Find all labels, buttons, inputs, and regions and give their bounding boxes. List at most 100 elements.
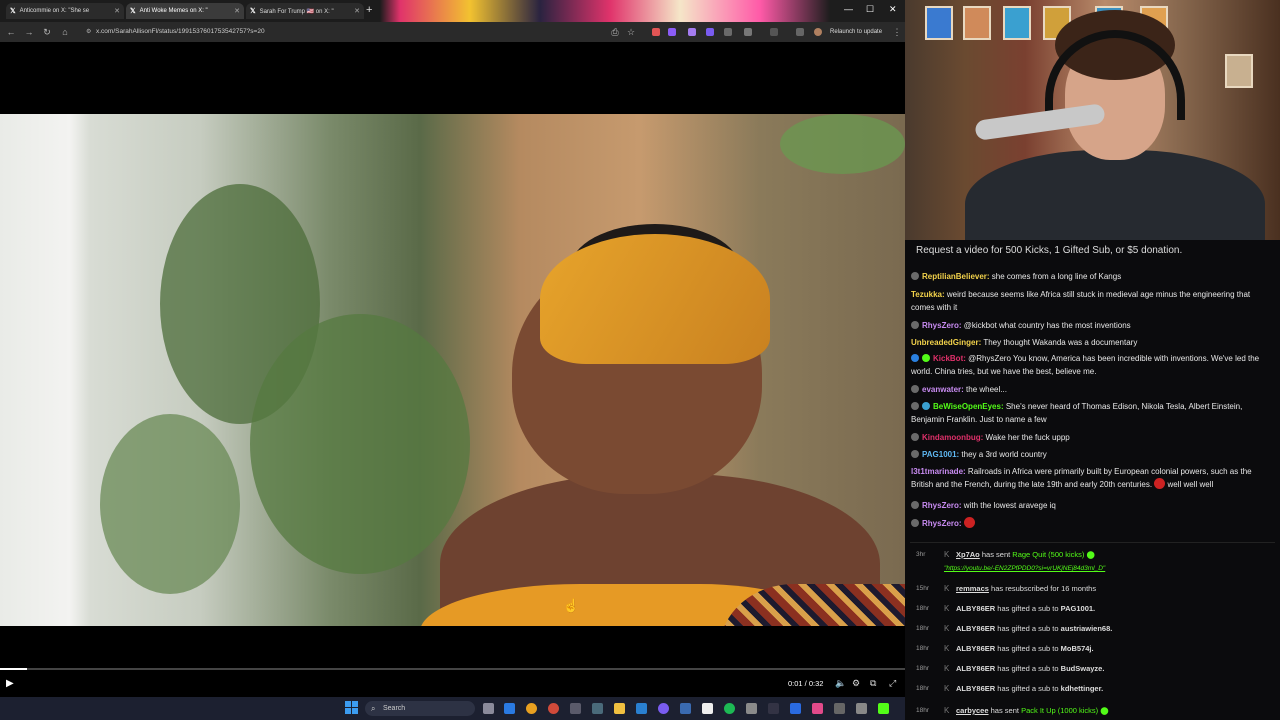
chrome-icon[interactable] xyxy=(526,703,537,714)
extension-icon[interactable] xyxy=(706,28,714,36)
menu-icon[interactable]: ⋮ xyxy=(888,27,906,38)
event-target[interactable]: MoB574j. xyxy=(1061,644,1094,653)
settings-gear-icon[interactable]: ⚙ xyxy=(852,678,860,689)
tab-anticommie[interactable]: 𝕏 Anticommie on X: "She se ✕ xyxy=(6,3,124,19)
wall-poster xyxy=(1225,54,1253,88)
event-user[interactable]: ALBY86ER xyxy=(956,644,995,653)
task-view-icon[interactable] xyxy=(483,703,494,714)
taskbar-search[interactable]: ⌕ Search xyxy=(365,701,475,716)
kick-icon[interactable] xyxy=(878,703,889,714)
minimize-icon[interactable]: — xyxy=(844,4,853,14)
spotify-icon[interactable] xyxy=(724,703,735,714)
event-user[interactable]: carbycee xyxy=(956,706,989,715)
chat-banner: Request a video for 500 Kicks, 1 Gifted … xyxy=(916,245,1183,256)
event-target[interactable]: kdhettinger. xyxy=(1061,684,1104,693)
event-user[interactable]: ALBY86ER xyxy=(956,684,995,693)
app-icon[interactable] xyxy=(680,703,691,714)
chat-message: evanwater: the wheel... xyxy=(911,383,1275,396)
app-icon[interactable] xyxy=(856,703,867,714)
event-user[interactable]: ALBY86ER xyxy=(956,624,995,633)
event-link[interactable]: "https://youtu.be/-EN2ZPfPDD0?si=vrUKjNE… xyxy=(944,565,1105,572)
file-explorer-icon[interactable] xyxy=(614,703,625,714)
home-icon[interactable]: ⌂ xyxy=(56,27,74,37)
event-user[interactable]: remmacs xyxy=(956,584,989,593)
chat-text: they a 3rd world country xyxy=(959,450,1047,459)
app-icon[interactable] xyxy=(702,703,713,714)
chat-username[interactable]: RhysZero: xyxy=(922,519,962,528)
event-item: 18hr K ALBY86ER has gifted a sub to MoB5… xyxy=(910,640,1275,658)
video-controls: ▶ 0:01 / 0:32 🔈 ⚙ ⧉ ⤢ xyxy=(0,676,905,694)
chrome-alt-icon[interactable] xyxy=(548,703,559,714)
event-age: 18hr xyxy=(916,685,930,692)
app-icon[interactable] xyxy=(834,703,845,714)
chat-message: l3t1tmarinade: Railroads in Africa were … xyxy=(911,465,1275,491)
discord-icon[interactable] xyxy=(658,703,669,714)
twitch-extension-icon[interactable] xyxy=(688,28,696,36)
app-icon[interactable] xyxy=(570,703,581,714)
reload-icon[interactable]: ↻ xyxy=(38,27,56,38)
kick-event-icon: K xyxy=(944,644,950,653)
app-icon[interactable] xyxy=(812,703,823,714)
wall-poster xyxy=(925,6,953,40)
user-badge-icon xyxy=(911,501,919,509)
windows-start-icon[interactable] xyxy=(345,701,359,715)
extensions-puzzle-icon[interactable] xyxy=(744,28,752,36)
extension-icon[interactable] xyxy=(724,28,732,36)
event-user[interactable]: ALBY86ER xyxy=(956,664,995,673)
extension-icon[interactable] xyxy=(652,28,660,36)
app-icon[interactable] xyxy=(592,703,603,714)
video-progress-bar[interactable] xyxy=(0,668,905,670)
site-info-icon[interactable]: ⚙ xyxy=(86,25,91,39)
new-tab-button[interactable]: + xyxy=(366,4,372,16)
chat-username[interactable]: KickBot: xyxy=(933,354,966,363)
chat-username[interactable]: UnbreadedGinger: xyxy=(911,338,981,347)
extension-icon[interactable] xyxy=(668,28,676,36)
chat-message: BeWiseOpenEyes: She's never heard of Tho… xyxy=(911,400,1275,426)
profile-avatar-icon[interactable] xyxy=(814,28,822,36)
chat-username[interactable]: Tezukka: xyxy=(911,290,945,299)
sidebar-icon[interactable] xyxy=(770,28,778,36)
chat-username[interactable]: RhysZero: xyxy=(922,321,962,330)
chat-username[interactable]: Kindamoonbug: xyxy=(922,433,983,442)
volume-icon[interactable]: 🔈 xyxy=(835,678,846,689)
picture-in-picture-icon[interactable]: ⧉ xyxy=(870,678,876,689)
tab-label: Anti Woke Memes on X: " xyxy=(139,8,208,14)
event-target[interactable]: austriawien68. xyxy=(1061,624,1113,633)
app-icon[interactable] xyxy=(636,703,647,714)
tab-anti-woke-memes[interactable]: 𝕏 Anti Woke Memes on X: " ✕ xyxy=(126,3,244,19)
windows-taskbar: ⌕ Search xyxy=(0,697,905,720)
tab-sarah-for-trump[interactable]: 𝕏 Sarah For Trump 🇺🇸 on X: " ✕ xyxy=(246,3,364,19)
app-icon[interactable] xyxy=(790,703,801,714)
video-frame[interactable] xyxy=(0,114,905,626)
bot-badge-icon xyxy=(911,354,919,362)
event-target[interactable]: PAG1001. xyxy=(1061,604,1095,613)
app-icon[interactable] xyxy=(746,703,757,714)
maximize-icon[interactable]: ☐ xyxy=(866,4,874,15)
chat-username[interactable]: l3t1tmarinade: xyxy=(911,467,966,476)
relaunch-button[interactable]: Relaunch to update xyxy=(830,26,882,38)
forward-icon[interactable]: → xyxy=(20,27,38,37)
event-user[interactable]: Xp7Ao xyxy=(956,550,980,559)
app-icon[interactable] xyxy=(768,703,779,714)
chat-username[interactable]: BeWiseOpenEyes: xyxy=(933,402,1004,411)
chat-username[interactable]: PAG1001: xyxy=(922,450,959,459)
downloads-icon[interactable] xyxy=(796,28,804,36)
close-icon[interactable]: ✕ xyxy=(234,7,240,15)
fullscreen-icon[interactable]: ⤢ xyxy=(889,678,896,689)
foliage xyxy=(100,414,240,594)
chat-username[interactable]: RhysZero: xyxy=(922,501,962,510)
chat-username[interactable]: ReptilianBeliever: xyxy=(922,272,990,281)
play-icon[interactable]: ▶ xyxy=(6,678,14,689)
event-user[interactable]: ALBY86ER xyxy=(956,604,995,613)
close-icon[interactable]: ✕ xyxy=(354,7,360,15)
back-icon[interactable]: ← xyxy=(2,27,20,37)
close-window-icon[interactable]: ✕ xyxy=(889,4,897,15)
chat-username[interactable]: evanwater: xyxy=(922,385,964,394)
url-field[interactable]: ⚙ x.com/SarahAllisonFl/status/1991537601… xyxy=(84,25,614,39)
edge-icon[interactable] xyxy=(504,703,515,714)
bookmark-star-icon[interactable]: ☆ xyxy=(622,27,640,38)
close-icon[interactable]: ✕ xyxy=(114,7,120,15)
mouse-cursor-icon: ☝ xyxy=(563,598,580,613)
event-target[interactable]: BudSwayze. xyxy=(1061,664,1105,673)
chat-text: They thought Wakanda was a documentary xyxy=(981,338,1138,347)
